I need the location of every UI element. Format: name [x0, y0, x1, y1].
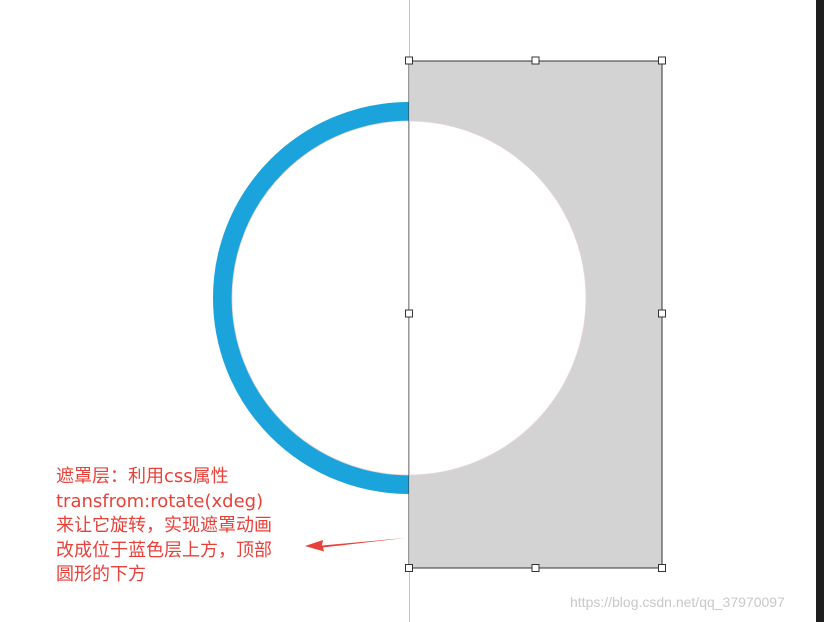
handle-top-middle[interactable] — [531, 56, 540, 65]
arrow-icon — [305, 538, 405, 552]
handle-top-right[interactable] — [658, 56, 666, 65]
handle-middle-right[interactable] — [658, 309, 666, 318]
annotation-text: 遮罩层：利用css属性 transfrom:rotate(xdeg) 来让它旋转… — [56, 465, 316, 588]
watermark: https://blog.csdn.net/qq_37970097 — [570, 594, 785, 610]
handle-bottom-left[interactable] — [405, 564, 413, 572]
window-edge — [816, 0, 824, 622]
handle-bottom-middle[interactable] — [531, 564, 540, 572]
canvas: 遮罩层：利用css属性 transfrom:rotate(xdeg) 来让它旋转… — [0, 0, 824, 622]
annotation-line: 圆形的下方 — [56, 564, 146, 585]
annotation-line: 来让它旋转，实现遮罩动画 — [56, 515, 272, 536]
annotation-line: 遮罩层：利用css属性 — [56, 466, 229, 487]
annotation-line: 改成位于蓝色层上方，顶部 — [56, 539, 272, 561]
handle-top-left[interactable] — [405, 56, 413, 65]
annotation-line: transfrom:rotate(xdeg) — [56, 490, 264, 512]
handle-bottom-right[interactable] — [658, 564, 666, 572]
handle-middle-left[interactable] — [405, 309, 413, 318]
